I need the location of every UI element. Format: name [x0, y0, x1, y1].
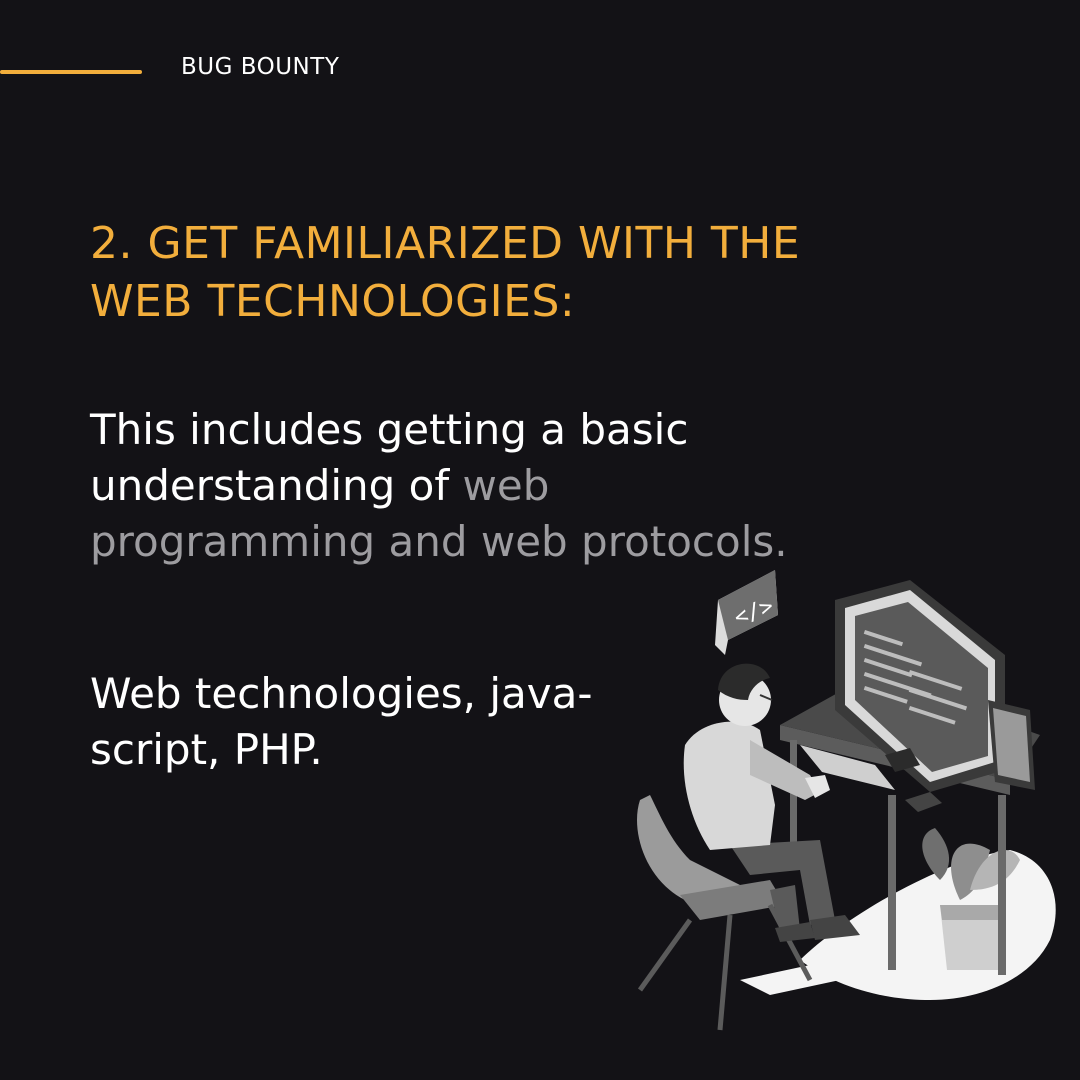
slide-title: 2. GET FAMILIARIZED WITH THE WEB TECHNOL… [90, 215, 950, 331]
code-bubble-icon: </> [715, 570, 778, 655]
paragraph-2-line-1: Web technologies, java- [90, 669, 593, 718]
title-line-2: WEB TECHNOLOGIES: [90, 276, 576, 327]
header-label: BUG BOUNTY [181, 54, 340, 80]
paragraph-1: This includes getting a basic understand… [90, 402, 810, 570]
paragraph-2-line-2: script, PHP. [90, 725, 323, 774]
monitor [835, 580, 1005, 792]
mouse [905, 792, 942, 812]
slide-page: BUG BOUNTY 2. GET FAMILIARIZED WITH THE … [0, 0, 1080, 1080]
accent-line [0, 70, 142, 74]
title-line-1: 2. GET FAMILIARIZED WITH THE [90, 218, 801, 269]
paragraph-1-normal: This includes getting a basic understand… [90, 405, 689, 510]
developer-at-desk-illustration: </> [637, 570, 1056, 1031]
secondary-monitor [988, 700, 1035, 790]
paragraph-2: Web technologies, java- script, PHP. [90, 666, 690, 778]
